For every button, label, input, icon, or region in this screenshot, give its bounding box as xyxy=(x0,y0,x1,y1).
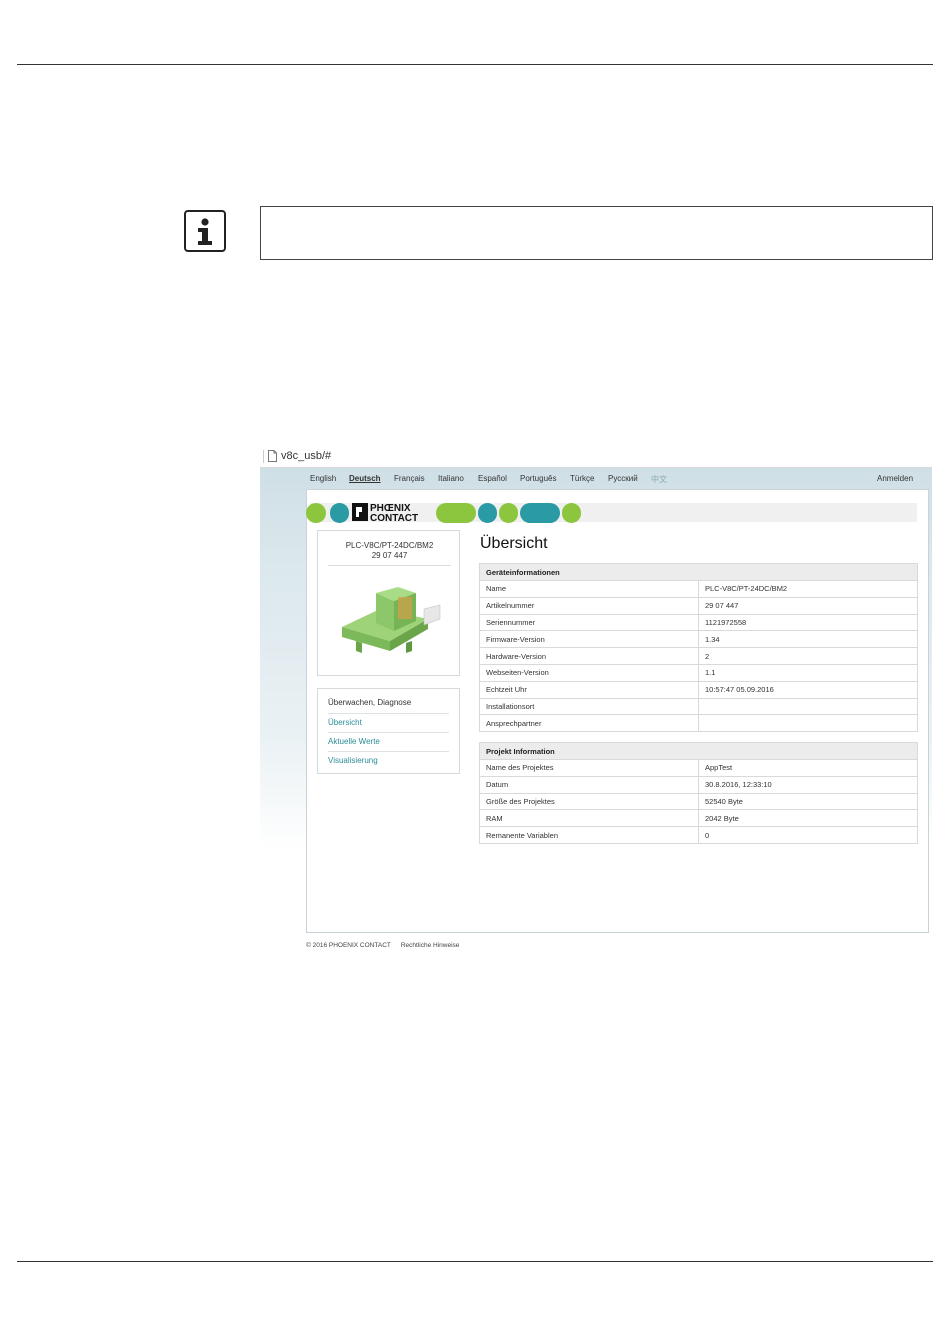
banner-dot xyxy=(499,503,518,523)
table-row: Firmware-Version 1.34 xyxy=(479,630,918,649)
product-card: PLC-V8C/PT-24DC/BM2 29 07 447 xyxy=(317,530,460,676)
row-label: Artikelnummer xyxy=(479,596,699,615)
lang-turkce[interactable]: Türkçe xyxy=(570,474,594,483)
row-value: 30.8.2016, 12:33:10 xyxy=(698,775,918,794)
bottom-rule xyxy=(17,1261,933,1262)
page-title: Übersicht xyxy=(480,535,548,552)
note-box xyxy=(260,206,933,260)
sidebar-nav: Überwachen, Diagnose Übersicht Aktuelle … xyxy=(317,688,460,774)
lang-deutsch[interactable]: Deutsch xyxy=(349,474,381,483)
lang-espanol[interactable]: Español xyxy=(478,474,507,483)
table-row: Größe des Projektes 52540 Byte xyxy=(479,792,918,811)
row-value: 29 07 447 xyxy=(698,596,918,615)
footer-legal-link[interactable]: Rechtliche Hinweise xyxy=(401,942,460,949)
table-row: Name PLC-V8C/PT-24DC/BM2 xyxy=(479,580,918,598)
address-separator xyxy=(263,450,264,463)
product-name: PLC-V8C/PT-24DC/BM2 xyxy=(345,541,434,550)
row-value xyxy=(698,697,918,716)
row-value: 1121972558 xyxy=(698,613,918,632)
project-info-heading: Projekt Information xyxy=(479,742,918,760)
row-label: RAM xyxy=(479,809,699,828)
row-value: 52540 Byte xyxy=(698,792,918,811)
row-value: 2042 Byte xyxy=(698,809,918,828)
row-value: AppTest xyxy=(698,759,918,777)
lang-italiano[interactable]: Italiano xyxy=(438,474,464,483)
table-row: Seriennummer 1121972558 xyxy=(479,613,918,632)
table-row: Ansprechpartner xyxy=(479,714,918,733)
banner-dot xyxy=(330,503,349,523)
banner-dot xyxy=(520,503,560,523)
nav-divider xyxy=(328,713,449,714)
row-value xyxy=(698,714,918,733)
row-label: Remanente Variablen xyxy=(479,826,699,844)
row-label: Name des Projektes xyxy=(479,759,699,777)
product-article-number: 29 07 447 xyxy=(371,551,408,560)
table-row: Name des Projektes AppTest xyxy=(479,759,918,777)
row-label: Echtzeit Uhr xyxy=(479,680,699,699)
row-label: Name xyxy=(479,580,699,598)
row-label: Größe des Projektes xyxy=(479,792,699,811)
row-value: 1.34 xyxy=(698,630,918,649)
top-rule xyxy=(17,64,933,65)
lang-portugues[interactable]: Português xyxy=(520,474,556,483)
lang-english[interactable]: English xyxy=(310,474,336,483)
page-icon xyxy=(268,450,277,462)
banner-dot xyxy=(562,503,581,523)
nav-divider xyxy=(328,751,449,752)
row-label: Installationsort xyxy=(479,697,699,716)
table-row: Remanente Variablen 0 xyxy=(479,826,918,844)
device-info-table: Geräteinformationen Name PLC-V8C/PT-24DC/… xyxy=(479,563,918,733)
row-label: Webseiten-Version xyxy=(479,663,699,682)
login-link[interactable]: Anmelden xyxy=(877,474,913,483)
row-value: PLC-V8C/PT-24DC/BM2 xyxy=(698,580,918,598)
lang-russian[interactable]: Русский xyxy=(608,474,638,483)
lang-chinese[interactable]: 中文 xyxy=(651,474,667,485)
browser-screenshot: v8c_usb/# English Deutsch Français Itali… xyxy=(260,447,932,957)
banner-dot xyxy=(306,503,326,523)
table-row: Echtzeit Uhr 10:57:47 05.09.2016 xyxy=(479,680,918,699)
nav-item-visualisierung[interactable]: Visualisierung xyxy=(328,756,378,765)
product-divider xyxy=(328,565,451,566)
row-label: Datum xyxy=(479,775,699,794)
footer-copyright: © 2016 PHOENIX CONTACT xyxy=(306,942,391,949)
phoenix-contact-logo: PHŒNIX CONTACT xyxy=(352,503,418,523)
product-image xyxy=(342,587,441,653)
row-label: Ansprechpartner xyxy=(479,714,699,733)
table-row: Artikelnummer 29 07 447 xyxy=(479,596,918,615)
table-row: Datum 30.8.2016, 12:33:10 xyxy=(479,775,918,794)
nav-heading: Überwachen, Diagnose xyxy=(328,698,412,707)
info-icon xyxy=(184,210,226,252)
address-bar[interactable]: v8c_usb/# xyxy=(260,447,932,468)
row-label: Hardware-Version xyxy=(479,647,699,665)
footer: © 2016 PHOENIX CONTACT Rechtliche Hinweis… xyxy=(306,942,459,949)
url-text: v8c_usb/# xyxy=(281,450,332,462)
row-label: Firmware-Version xyxy=(479,630,699,649)
row-value: 10:57:47 05.09.2016 xyxy=(698,680,918,699)
row-label: Seriennummer xyxy=(479,613,699,632)
table-row: Webseiten-Version 1.1 xyxy=(479,663,918,682)
banner-dot xyxy=(478,503,497,523)
table-row: RAM 2042 Byte xyxy=(479,809,918,828)
nav-divider xyxy=(328,732,449,733)
project-info-table: Projekt Information Name des Projektes Ap… xyxy=(479,742,918,844)
nav-item-aktuelle-werte[interactable]: Aktuelle Werte xyxy=(328,737,380,746)
table-row: Hardware-Version 2 xyxy=(479,647,918,665)
table-row: Installationsort xyxy=(479,697,918,716)
lang-francais[interactable]: Français xyxy=(394,474,425,483)
row-value: 1.1 xyxy=(698,663,918,682)
nav-item-uebersicht[interactable]: Übersicht xyxy=(328,718,362,727)
row-value: 0 xyxy=(698,826,918,844)
device-info-heading: Geräteinformationen xyxy=(479,563,918,581)
row-value: 2 xyxy=(698,647,918,665)
banner-dot xyxy=(436,503,476,523)
svg-text:CONTACT: CONTACT xyxy=(370,513,418,523)
